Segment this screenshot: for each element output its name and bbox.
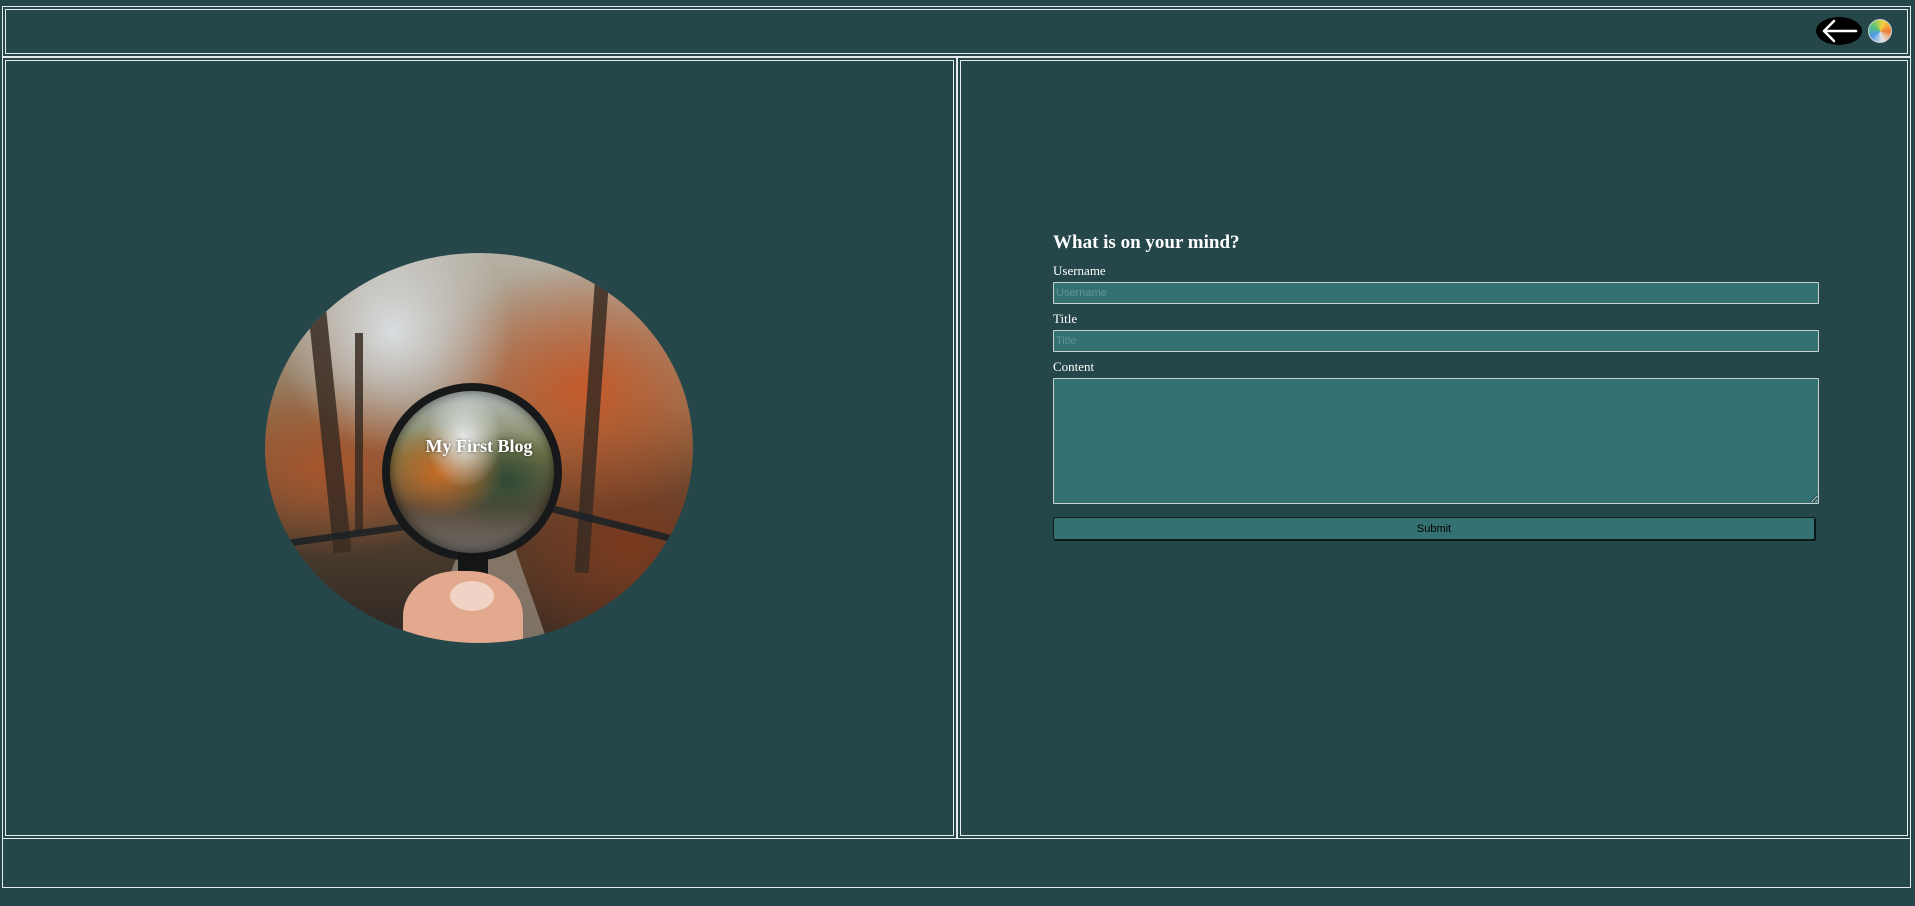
tree-trunk [306,292,352,554]
header-bar [2,6,1911,57]
title-label: Title [1053,311,1078,326]
hero-image: My First Blog [265,253,693,643]
color-wheel-icon[interactable] [1868,19,1892,43]
content-textarea[interactable] [1053,378,1819,504]
header-inner-border [5,9,1908,54]
username-input[interactable] [1053,282,1819,304]
tree-trunk [355,333,363,533]
thumb-nail [450,581,494,611]
title-input[interactable] [1053,330,1819,352]
magnifying-glass-lens [382,383,562,561]
submit-button[interactable]: Submit [1053,517,1815,540]
blog-title: My First Blog [425,436,533,456]
content-label: Content [1053,359,1095,374]
tree-trunk [574,272,610,574]
new-post-form: What is on your mind? Username Title Con… [1053,230,1819,540]
username-label: Username [1053,263,1106,278]
footer-bar [2,838,1911,888]
form-heading: What is on your mind? [1053,232,1240,253]
back-button[interactable] [1816,17,1862,45]
railing [546,504,684,545]
arrow-left-icon [1822,19,1858,43]
